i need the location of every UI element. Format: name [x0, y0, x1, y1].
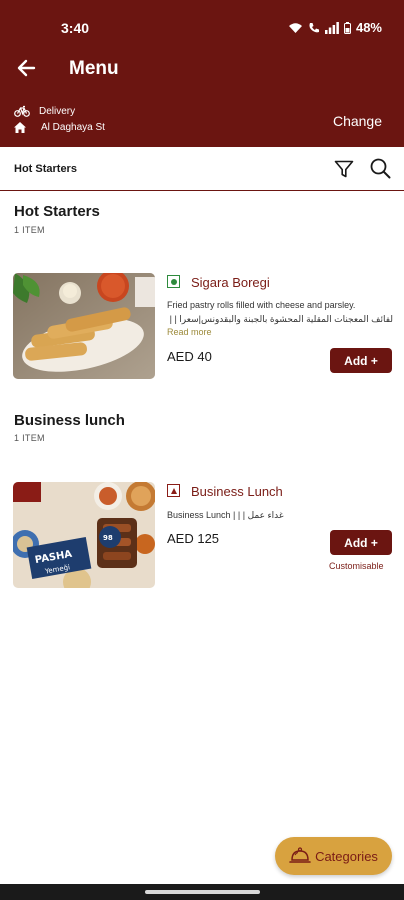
non-veg-indicator-icon	[167, 484, 180, 497]
address-text: Al Daghaya St	[41, 122, 105, 133]
delivery-mode: Delivery	[14, 105, 75, 117]
system-nav-bar	[0, 884, 404, 900]
signal-icon	[324, 21, 339, 34]
filter-icon[interactable]	[333, 158, 355, 180]
home-icon	[14, 122, 26, 133]
item-price: AED 125	[167, 531, 220, 546]
categories-button[interactable]: Categories	[275, 837, 392, 875]
item-name[interactable]: Business Lunch	[191, 484, 283, 499]
status-bar: 3:40 48%	[0, 0, 404, 40]
section-item-count: 1 ITEM	[14, 225, 45, 235]
wifi-icon	[288, 22, 302, 33]
add-item-button[interactable]: Add +	[330, 530, 392, 555]
customisable-label: Customisable	[329, 561, 384, 571]
veg-indicator-icon	[167, 275, 180, 288]
delivery-address[interactable]: Al Daghaya St	[14, 122, 105, 133]
call-icon	[309, 22, 319, 32]
change-address-button[interactable]: Change	[333, 113, 382, 129]
bicycle-icon	[14, 105, 30, 117]
status-time: 3:40	[61, 20, 90, 36]
current-category-label: Hot Starters	[14, 163, 77, 175]
app-header: 3:40 48% Menu Delivery Al Daghaya St Cha…	[0, 0, 404, 147]
cloche-icon	[289, 847, 311, 863]
page-title: Menu	[69, 58, 119, 79]
search-icon[interactable]	[369, 157, 391, 179]
item-description-arabic: لفائف المعجنات المقلية المحشوة بالجبنة و…	[167, 314, 393, 324]
section-title: Hot Starters	[14, 203, 100, 220]
svg-text:98: 98	[103, 534, 113, 542]
business-lunch-image[interactable]: PASHA Yemeği 98	[13, 482, 155, 588]
back-arrow-icon[interactable]	[14, 55, 40, 81]
section-item-count: 1 ITEM	[14, 433, 45, 443]
item-description: Fried pastry rolls filled with cheese an…	[167, 300, 356, 310]
add-item-button[interactable]: Add +	[330, 348, 392, 373]
item-description: Business Lunch | | | غداء عمل	[167, 510, 284, 520]
delivery-label: Delivery	[39, 105, 76, 117]
categories-label: Categories	[315, 848, 378, 864]
read-more-link[interactable]: Read more	[167, 327, 212, 337]
item-price: AED 40	[167, 349, 212, 364]
home-gesture-handle[interactable]	[145, 890, 260, 894]
sigara-boregi-image[interactable]	[13, 273, 155, 379]
item-name[interactable]: Sigara Boregi	[191, 275, 270, 290]
battery-icon	[343, 21, 351, 34]
section-title: Business lunch	[14, 412, 125, 429]
battery-level: 48%	[355, 20, 382, 35]
status-icons: 48%	[288, 20, 382, 35]
